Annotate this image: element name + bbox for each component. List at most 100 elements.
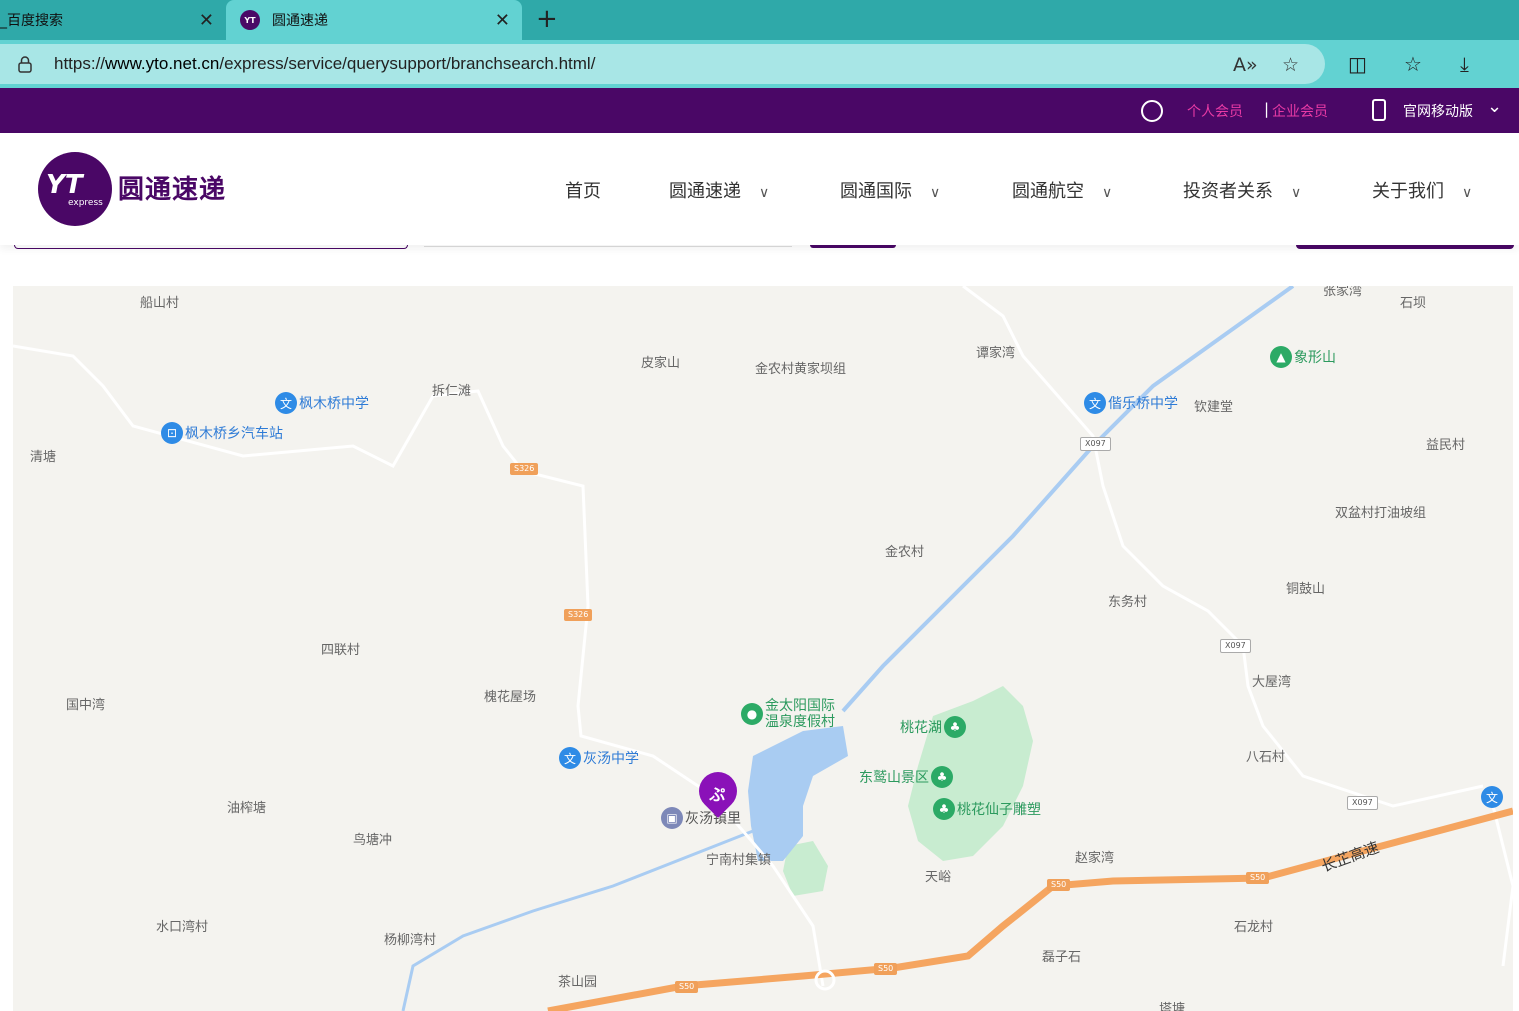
yto-favicon-icon: YT (240, 10, 260, 30)
mobile-site-link[interactable]: 官网移动版 (1403, 101, 1473, 121)
logo-text[interactable]: 圆通速递 (118, 169, 226, 206)
download-icon[interactable]: ⤓ (1460, 52, 1469, 76)
road-shield: X097 (1347, 796, 1378, 810)
chevron-down-icon[interactable]: ⌄ (1487, 96, 1502, 117)
village-label: 赵家湾 (1075, 851, 1115, 866)
tree-icon: ♣ (944, 716, 966, 738)
mobile-phone-icon (1372, 99, 1386, 121)
school-icon: 文 (275, 392, 297, 414)
lock-icon (18, 56, 32, 73)
search-form-strip (0, 245, 1519, 286)
yto-logo[interactable]: YT express (38, 152, 112, 226)
village-label: 张家湾 (1323, 286, 1363, 299)
village-label: 大屋湾 (1252, 675, 1292, 690)
village-label: 八石村 (1246, 750, 1286, 765)
road (1491, 805, 1513, 967)
split-screen-icon[interactable]: ◫ (1348, 52, 1367, 76)
user-icon[interactable] (1141, 100, 1163, 122)
road-shield: S50 (1047, 879, 1071, 891)
poi-school[interactable]: 文灰汤中学 (559, 747, 639, 769)
village-label: 双盆村打油坡组 (1335, 506, 1427, 521)
new-tab-button[interactable]: + (536, 4, 558, 34)
nav-about-us[interactable]: 关于我们 ∨ (1372, 177, 1472, 203)
separator: | (1264, 100, 1270, 118)
village-label: 杨柳湾村 (384, 933, 437, 948)
poi-bus-station[interactable]: ⊡ 枫木桥乡汽车站 (161, 422, 283, 444)
village-label: 船山村 (140, 296, 180, 311)
poi-school[interactable]: 文枫木桥中学 (275, 392, 369, 414)
favorites-icon[interactable]: ☆ (1404, 52, 1422, 76)
village-label: 皮家山 (641, 356, 681, 371)
road (962, 286, 1484, 808)
poi-scenic-area[interactable]: ♣ 东鹫山景区 (859, 766, 955, 788)
nav-investor-relations[interactable]: 投资者关系 ∨ (1183, 177, 1301, 203)
poi-sculpture[interactable]: ♣ 桃花仙子雕塑 (933, 798, 1041, 820)
poi-resort[interactable]: ● 金太阳国际温泉度假村 (741, 698, 881, 730)
read-aloud-icon[interactable]: A» (1233, 54, 1258, 76)
search-button[interactable] (810, 245, 896, 248)
close-tab-icon[interactable]: ✕ (495, 10, 510, 31)
chevron-down-icon: ∨ (930, 185, 941, 201)
personal-member-link[interactable]: 个人会员 (1187, 101, 1243, 121)
road-shield: S50 (874, 963, 898, 975)
resort-icon: ● (741, 703, 763, 725)
member-bar: 个人会员 | 企业会员 官网移动版 ⌄ (0, 88, 1519, 133)
village-label: 石坝 (1400, 296, 1427, 311)
village-label: 金农村黄家坝组 (755, 362, 847, 377)
address-bar-row: https://www.yto.net.cn/express/service/q… (0, 40, 1519, 88)
tab-title: 圆通速递 (272, 13, 328, 29)
village-label: 茶山园 (558, 975, 598, 990)
url-text[interactable]: https://www.yto.net.cn/express/service/q… (54, 54, 595, 74)
tab-baidu[interactable]: _百度搜索 ✕ (0, 0, 226, 40)
road-shield: S326 (564, 609, 593, 621)
poi-lake[interactable]: ♣ 桃花湖 (900, 716, 968, 738)
map-geometry (13, 286, 1513, 1011)
branch-map[interactable]: 船山村 皮家山 金农村黄家坝组 谭家湾 张家湾 石坝 拆仁滩 清塘 益民村 双盆… (13, 286, 1513, 1011)
village-label: 石龙村 (1234, 920, 1274, 935)
address-bar[interactable]: https://www.yto.net.cn/express/service/q… (0, 44, 1325, 84)
road-shield: S50 (675, 981, 699, 993)
road (13, 344, 825, 987)
building-icon: ▣ (661, 807, 683, 829)
village-label: 塔塘 (1159, 1002, 1186, 1011)
village-label: 磊子石 (1042, 950, 1082, 965)
enterprise-member-link[interactable]: 企业会员 (1272, 101, 1328, 121)
village-label: 拆仁滩 (432, 384, 472, 399)
nav-yto-airlines[interactable]: 圆通航空 ∨ (1012, 177, 1112, 203)
nav-yto-international[interactable]: 圆通国际 ∨ (840, 177, 940, 203)
chevron-down-icon: ∨ (759, 185, 770, 201)
school-icon: 文 (559, 747, 581, 769)
village-label: 油榨塘 (227, 801, 267, 816)
village-label: 水口湾村 (156, 920, 209, 935)
village-label: 钦建堂 (1194, 400, 1234, 415)
query-button[interactable] (1296, 245, 1514, 249)
village-label: 宁南村集镇 (706, 853, 772, 868)
school-icon: 文 (1084, 392, 1106, 414)
road-shield: X097 (1080, 437, 1111, 451)
province-select[interactable] (14, 245, 408, 249)
lake (748, 726, 848, 861)
village-label: 铜鼓山 (1286, 582, 1326, 597)
yto-marker-icon: ぷ (709, 785, 726, 805)
village-label: 清塘 (30, 450, 57, 465)
tab-yto[interactable]: YT 圆通速递 ✕ (226, 0, 522, 40)
nav-home[interactable]: 首页 (565, 177, 601, 203)
village-label: 金农村 (885, 545, 925, 560)
chevron-down-icon: ∨ (1102, 185, 1113, 201)
favorite-star-icon[interactable]: ☆ (1282, 54, 1299, 76)
close-tab-icon[interactable]: ✕ (199, 10, 214, 31)
road-shield: S326 (510, 463, 539, 475)
village-label: 鸟塘冲 (353, 833, 393, 848)
nav-yto-express[interactable]: 圆通速递 ∨ (669, 177, 769, 203)
village-label: 槐花屋场 (484, 690, 537, 705)
village-label: 谭家湾 (976, 346, 1016, 361)
bus-icon: ⊡ (161, 422, 183, 444)
road-shield: X097 (1220, 639, 1251, 653)
poi-school[interactable]: 文 (1481, 786, 1505, 808)
poi-mountain[interactable]: ▲ 象形山 (1270, 346, 1336, 368)
keyword-input[interactable] (424, 245, 792, 247)
chevron-down-icon: ∨ (1291, 185, 1302, 201)
poi-place[interactable]: ▣ 灰汤镇里 (661, 807, 741, 829)
school-icon: 文 (1481, 786, 1503, 808)
poi-school[interactable]: 文偕乐桥中学 (1084, 392, 1178, 414)
